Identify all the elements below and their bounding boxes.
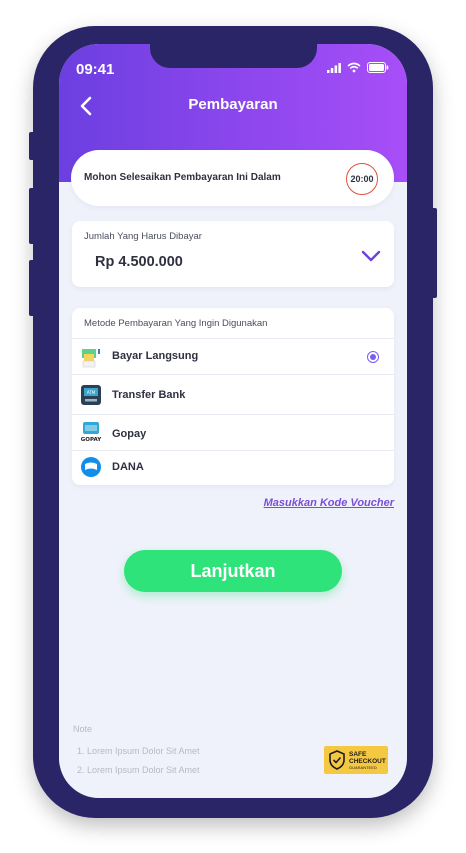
safe-badge-line1: SAFE [349,750,367,758]
methods-label: Metode Pembayaran Yang Ingin Digunakan [84,318,268,329]
cash-icon [82,349,100,368]
payment-methods-card: Metode Pembayaran Yang Ingin Digunakan B… [72,308,394,485]
shield-check-icon [329,750,345,770]
safe-checkout-badge: SAFE CHECKOUT GUARANTEED [324,746,388,774]
method-label: Gopay [112,428,147,440]
amount-card[interactable]: Jumlah Yang Harus Dibayar Rp 4.500.000 [72,221,394,287]
method-label: Bayar Langsung [112,350,199,362]
page-title: Pembayaran [188,96,278,113]
atm-icon: ATM [81,385,101,405]
safe-badge-line3: GUARANTEED [349,764,377,770]
gopay-icon: GOPAY [81,422,102,443]
safe-badge-line2: CHECKOUT [349,757,386,765]
app-screen: 09:41 Pembayaran Mohon Selesaikan Pembay… [59,44,407,798]
signal-icon [327,62,341,73]
timer-card: Mohon Selesaikan Pembayaran Ini Dalam 20… [71,150,394,206]
payment-method-gopay[interactable]: GOPAY Gopay [72,414,394,451]
method-label: Transfer Bank [112,389,186,401]
note-item: 2. Lorem Ipsum Dolor Sit Amet [77,765,200,775]
phone-side-button [29,260,35,316]
chevron-down-icon[interactable] [361,249,381,263]
note-item: 1. Lorem Ipsum Dolor Sit Amet [77,746,200,756]
svg-text:ATM: ATM [87,390,96,395]
phone-side-button [29,132,35,160]
method-label: DANA [112,461,144,473]
radio-selected[interactable] [367,351,379,363]
countdown-badge: 20:00 [346,163,378,195]
wifi-icon [347,62,361,73]
phone-notch [150,44,317,68]
dana-icon [81,457,101,477]
timer-message: Mohon Selesaikan Pembayaran Ini Dalam [84,172,281,183]
note-title: Note [73,724,93,734]
payment-method-transfer-bank[interactable]: ATM Transfer Bank [72,374,394,415]
payment-method-bayar-langsung[interactable]: Bayar Langsung [72,338,394,375]
phone-side-button [431,208,437,298]
svg-text:GOPAY: GOPAY [81,437,102,443]
phone-side-button [29,188,35,244]
status-time: 09:41 [76,61,115,78]
status-icons [327,62,389,73]
payment-method-dana[interactable]: DANA [72,450,394,485]
voucher-link[interactable]: Masukkan Kode Voucher [264,497,394,509]
amount-value: Rp 4.500.000 [95,254,183,270]
continue-button[interactable]: Lanjutkan [124,550,342,592]
battery-icon [367,62,389,73]
safe-badge-text: SAFE CHECKOUT GUARANTEED [349,751,386,770]
amount-label: Jumlah Yang Harus Dibayar [84,231,202,242]
